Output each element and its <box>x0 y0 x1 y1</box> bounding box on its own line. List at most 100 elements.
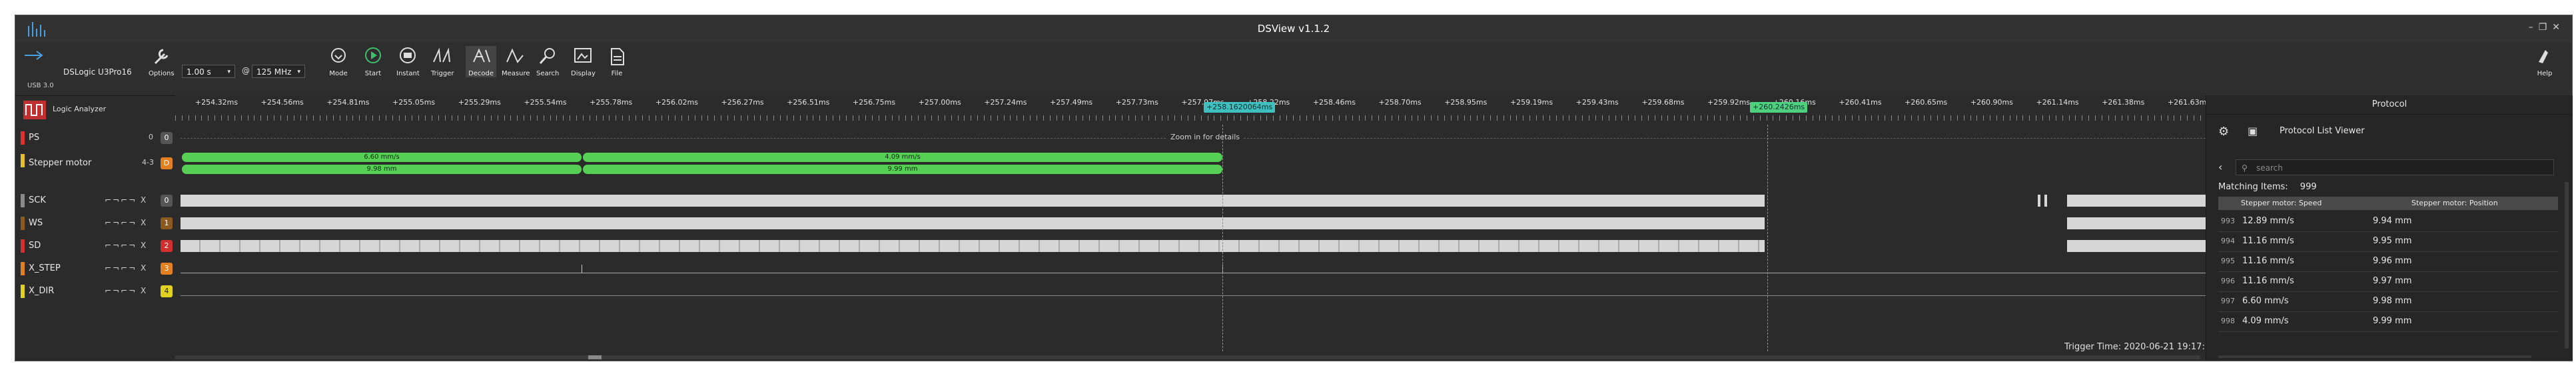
ruler-minor-tick <box>602 115 604 121</box>
cursor-1-tag[interactable]: +258.1620064ms <box>1204 102 1276 113</box>
channel-name[interactable]: WS <box>29 218 43 228</box>
ruler-minor-tick <box>267 115 268 121</box>
table-row[interactable]: 996 11.16 mm/s 9.97 mm <box>2218 271 2558 292</box>
mode-button[interactable]: Mode <box>327 46 350 77</box>
rate-select[interactable]: 125 MHz ▾ <box>252 65 305 78</box>
col-position-header[interactable]: Stepper motor: Position <box>2411 197 2498 210</box>
search-button[interactable]: Search <box>536 46 559 77</box>
cursor-line-1[interactable] <box>1222 125 1224 351</box>
window-controls[interactable]: –❐✕ <box>2529 22 2565 33</box>
ruler-tick-label: +258.95ms <box>1444 98 1488 107</box>
start-button[interactable]: Start <box>362 46 384 77</box>
close-icon[interactable]: ✕ <box>2552 22 2565 33</box>
channel-name[interactable]: X_DIR <box>29 286 54 296</box>
row-position: 9.95 mm <box>2373 236 2412 246</box>
time-ruler[interactable]: +254.32ms +254.56ms +254.81ms +255.05ms +255… <box>175 95 2210 125</box>
bus-position-segment-1[interactable]: 9.98 mm <box>182 165 582 174</box>
ruler-minor-tick <box>1306 115 1307 121</box>
trigger-options-icon[interactable]: ⌐¬⌐¬ Χ <box>105 286 147 295</box>
options-button[interactable]: Options <box>149 46 175 77</box>
table-row[interactable]: 998 4.09 mm/s 9.99 mm <box>2218 311 2558 332</box>
table-row[interactable]: 994 11.16 mm/s 9.95 mm <box>2218 231 2558 252</box>
bus-position-segment-2[interactable]: 9.99 mm <box>583 165 1222 174</box>
measure-icon <box>506 48 524 63</box>
ruler-minor-tick <box>1970 115 1971 121</box>
table-row[interactable]: 997 6.60 mm/s 9.98 mm <box>2218 291 2558 312</box>
file-button[interactable]: File <box>606 46 628 77</box>
ruler-minor-tick <box>845 115 847 121</box>
channel-badge[interactable]: D <box>161 157 173 169</box>
bus-speed-segment-1[interactable]: 6.60 mm/s <box>182 153 582 162</box>
ruler-tick-label: +259.19ms <box>1509 98 1553 107</box>
ruler-minor-tick <box>2042 115 2044 121</box>
channel-name[interactable]: PS <box>29 133 39 143</box>
at-symbol: @ <box>242 66 250 75</box>
ruler-minor-tick <box>714 115 715 121</box>
trigger-button[interactable]: Trigger <box>431 46 454 77</box>
ruler-minor-tick <box>727 115 729 121</box>
ruler-minor-tick <box>1003 115 1005 121</box>
channel-badge[interactable]: 0 <box>161 195 173 207</box>
cursor-line-2[interactable] <box>1767 125 1769 351</box>
ruler-minor-tick <box>1647 115 1649 121</box>
horizontal-scrollbar[interactable] <box>175 355 2200 359</box>
measure-button[interactable]: Measure <box>502 46 530 77</box>
ruler-minor-tick <box>1266 115 1268 121</box>
ruler-minor-tick <box>1404 115 1406 121</box>
scrollbar-thumb[interactable] <box>588 355 602 359</box>
channel-name[interactable]: Stepper motor <box>29 158 91 168</box>
trigger-options-icon[interactable]: ⌐¬⌐¬ Χ <box>105 263 147 273</box>
instant-button[interactable]: Instant <box>396 46 420 77</box>
save-icon[interactable]: ▣ <box>2248 125 2258 137</box>
table-row[interactable]: 993 12.89 mm/s 9.94 mm <box>2218 211 2558 232</box>
decode-icon <box>473 48 490 63</box>
device-name[interactable]: DSLogic U3Pro16 <box>63 67 132 77</box>
ruler-minor-tick <box>280 115 281 121</box>
table-row[interactable]: 995 11.16 mm/s 9.96 mm <box>2218 251 2558 272</box>
channel-badge[interactable]: 3 <box>161 263 173 275</box>
ruler-tick-label: +256.02ms <box>655 98 698 107</box>
ruler-tick-label: +261.63ms <box>2167 98 2211 107</box>
restore-icon[interactable]: ❐ <box>2539 22 2553 33</box>
ruler-minor-tick <box>865 115 867 121</box>
trigger-options-icon[interactable]: ⌐¬⌐¬ Χ <box>105 195 147 205</box>
channel-badge[interactable]: 4 <box>161 285 173 297</box>
search-input[interactable]: ⚲ search <box>2236 159 2554 175</box>
channel-badge[interactable]: 1 <box>161 217 173 229</box>
channel-name[interactable]: X_STEP <box>29 263 61 273</box>
trigger-options-icon[interactable]: ⌐¬⌐¬ Χ <box>105 241 147 250</box>
ruler-minor-tick <box>1779 115 1781 121</box>
ruler-minor-tick <box>582 115 584 121</box>
cursor-2-tag[interactable]: +260.2426ms <box>1750 102 1808 113</box>
row-number: 993 <box>2221 217 2235 225</box>
ruler-minor-tick <box>1115 115 1116 121</box>
minimize-icon[interactable]: – <box>2529 22 2539 33</box>
help-button[interactable]: Help <box>2533 46 2556 77</box>
ruler-tick-label: +255.78ms <box>590 98 633 107</box>
ruler-minor-tick <box>1707 115 1708 121</box>
channel-badge[interactable]: 0 <box>161 132 173 144</box>
panel-horizontal-scrollbar[interactable] <box>2218 355 2531 358</box>
channel-badge[interactable]: 2 <box>161 240 173 252</box>
ruler-minor-tick <box>793 115 794 121</box>
back-icon[interactable]: ‹ <box>2218 161 2222 173</box>
ruler-minor-tick <box>951 115 952 121</box>
ruler-minor-tick <box>2180 115 2182 121</box>
ruler-minor-tick <box>2134 115 2136 121</box>
duration-select[interactable]: 1.00 s ▾ <box>182 65 235 78</box>
panel-vertical-scrollbar[interactable] <box>2565 182 2569 349</box>
gear-icon[interactable]: ⚙ <box>2218 125 2229 139</box>
trigger-options-icon[interactable]: ⌐¬⌐¬ Χ <box>105 218 147 227</box>
bus-speed-segment-2[interactable]: 4.09 mm/s <box>583 153 1222 162</box>
ruler-minor-tick <box>175 115 176 121</box>
trigger-time: Trigger Time: 2020-06-21 19:17:17 <box>2064 342 2216 352</box>
col-speed-header[interactable]: Stepper motor: Speed <box>2241 197 2322 210</box>
decode-button[interactable]: Decode <box>466 46 496 77</box>
channel-name[interactable]: SCK <box>29 195 46 205</box>
ruler-minor-tick <box>1496 115 1498 121</box>
ruler-minor-tick <box>629 115 630 121</box>
display-button[interactable]: Display <box>571 46 596 77</box>
ruler-minor-tick <box>1819 115 1820 121</box>
channel-name[interactable]: SD <box>29 241 41 251</box>
usb-label: USB 3.0 <box>27 82 54 89</box>
